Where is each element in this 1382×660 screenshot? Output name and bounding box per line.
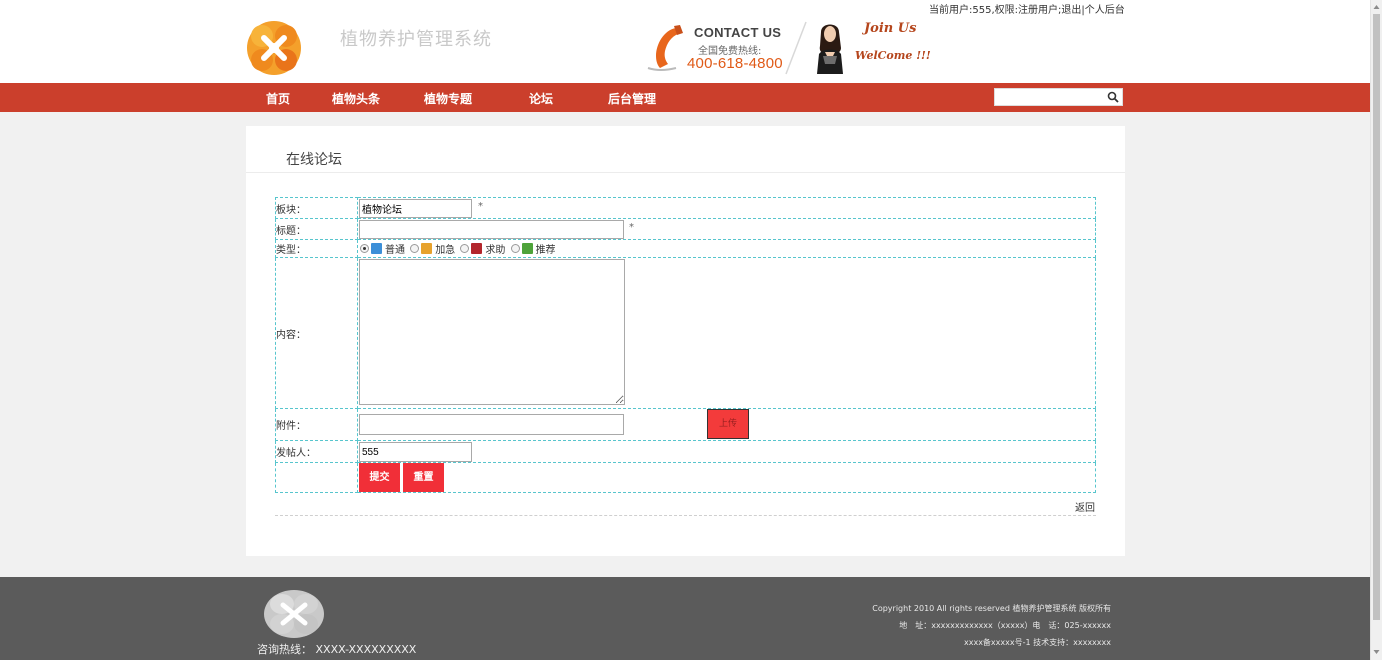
actions-label-cell: [275, 462, 358, 493]
forum-card: 在线论坛 板块： * 标题： * 类型： 普通 加急 求助 推荐: [246, 126, 1125, 556]
attachment-cell: 上传: [357, 408, 1096, 441]
content-label: 内容：: [275, 257, 358, 409]
submit-button[interactable]: 提交: [359, 463, 400, 492]
post-form: 板块： * 标题： * 类型： 普通 加急 求助 推荐 内容：: [275, 197, 1096, 493]
join-us-text: Join Us: [864, 21, 917, 36]
form-row-poster: 发帖人：: [275, 440, 1096, 463]
type-radio-help[interactable]: [460, 244, 470, 253]
poster-cell: [357, 440, 1096, 463]
title-cell: *: [357, 218, 1096, 240]
main-nav: 首页 植物头条 植物专题 论坛 后台管理: [0, 83, 1370, 112]
divider-icon: [785, 21, 807, 75]
footer: 咨询热线： XXXX-XXXXXXXXX Copyright 2010 All …: [0, 577, 1370, 660]
contact-phone-number: 400-618-4800: [687, 55, 783, 72]
title-label: 标题：: [275, 218, 358, 240]
required-mark: *: [478, 201, 483, 212]
upload-button[interactable]: 上传: [707, 409, 749, 439]
form-row-title: 标题： *: [275, 218, 1096, 240]
type-label-recommend: 推荐: [535, 245, 556, 256]
required-mark: *: [629, 222, 634, 233]
user-info: 当前用户:555,权限:注册用户;退出|个人后台: [929, 5, 1125, 16]
section-cell: *: [357, 197, 1096, 219]
type-cell: 普通 加急 求助 推荐: [357, 239, 1096, 258]
poster-input[interactable]: [359, 442, 472, 462]
footer-logo-icon: [264, 590, 324, 638]
section-input[interactable]: [359, 199, 472, 218]
type-label: 类型：: [275, 239, 358, 258]
form-row-type: 类型： 普通 加急 求助 推荐: [275, 239, 1096, 258]
attachment-label: 附件：: [275, 408, 358, 441]
avatar-icon: [817, 24, 843, 74]
type-label-normal: 普通: [385, 245, 405, 256]
nav-item-forum[interactable]: 论坛: [529, 90, 553, 107]
actions-cell: 提交 重置: [357, 462, 1096, 493]
welcome-text: WelCome !!!: [855, 49, 931, 62]
help-type-icon: [471, 243, 483, 254]
scrollbar-thumb[interactable]: [1373, 14, 1380, 620]
page-scrollbar[interactable]: [1370, 0, 1382, 660]
nav-item-home[interactable]: 首页: [266, 90, 290, 107]
personal-backend-link[interactable]: 个人后台: [1085, 5, 1125, 16]
type-radio-recommend[interactable]: [510, 244, 520, 253]
nav-item-headlines[interactable]: 植物头条: [332, 90, 380, 107]
form-row-section: 板块： *: [275, 197, 1096, 219]
section-label: 板块：: [275, 197, 358, 219]
site-title: 植物养护管理系统: [340, 29, 492, 50]
address-text: 地 址：xxxxxxxxxxxxx（xxxxx）电 话：025-xxxxxx: [899, 621, 1111, 630]
search-box: [994, 88, 1123, 106]
header: 当前用户:555,权限:注册用户;退出|个人后台 植物养护管理系统 CONTAC…: [0, 0, 1370, 83]
logout-link[interactable]: 退出: [1061, 5, 1081, 16]
nav-item-topics[interactable]: 植物专题: [424, 90, 472, 107]
form-row-attachment: 附件： 上传: [275, 408, 1096, 441]
attachment-input[interactable]: [359, 414, 624, 435]
nav-item-admin[interactable]: 后台管理: [608, 90, 656, 107]
title-input[interactable]: [359, 220, 624, 239]
phone-icon: [647, 25, 683, 71]
normal-type-icon: [371, 243, 382, 254]
reset-button[interactable]: 重置: [403, 463, 444, 492]
content-textarea[interactable]: [359, 259, 625, 405]
divider: [275, 515, 1096, 516]
scroll-up-icon[interactable]: [1373, 3, 1380, 11]
hotline-text: 咨询热线： XXXX-XXXXXXXXX: [257, 643, 417, 656]
form-row-content: 内容：: [275, 257, 1096, 409]
back-link[interactable]: 返回: [1075, 499, 1095, 514]
search-input[interactable]: [995, 89, 1107, 104]
card-header: 在线论坛: [246, 126, 1125, 173]
content-cell: [357, 257, 1096, 409]
copyright-text: Copyright 2010 All rights reserved 植物养护管…: [872, 604, 1111, 613]
type-label-help: 求助: [485, 245, 506, 256]
scroll-down-icon[interactable]: [1373, 648, 1380, 656]
user-status-text: 当前用户:555,权限:注册用户;: [929, 5, 1062, 16]
type-radio-normal[interactable]: [360, 244, 369, 253]
type-label-urgent: 加急: [435, 245, 456, 256]
type-radio-urgent[interactable]: [410, 244, 420, 253]
search-icon[interactable]: [1107, 91, 1119, 103]
page-title: 在线论坛: [286, 152, 342, 168]
recommend-type-icon: [521, 243, 533, 254]
urgent-type-icon: [421, 243, 433, 254]
icp-text: xxxx备xxxxx号-1 技术支持：xxxxxxxx: [963, 638, 1111, 647]
form-row-actions: 提交 重置: [275, 462, 1096, 493]
site-logo-icon[interactable]: [246, 20, 302, 76]
poster-label: 发帖人：: [275, 440, 358, 463]
contact-title: CONTACT US: [694, 25, 782, 40]
